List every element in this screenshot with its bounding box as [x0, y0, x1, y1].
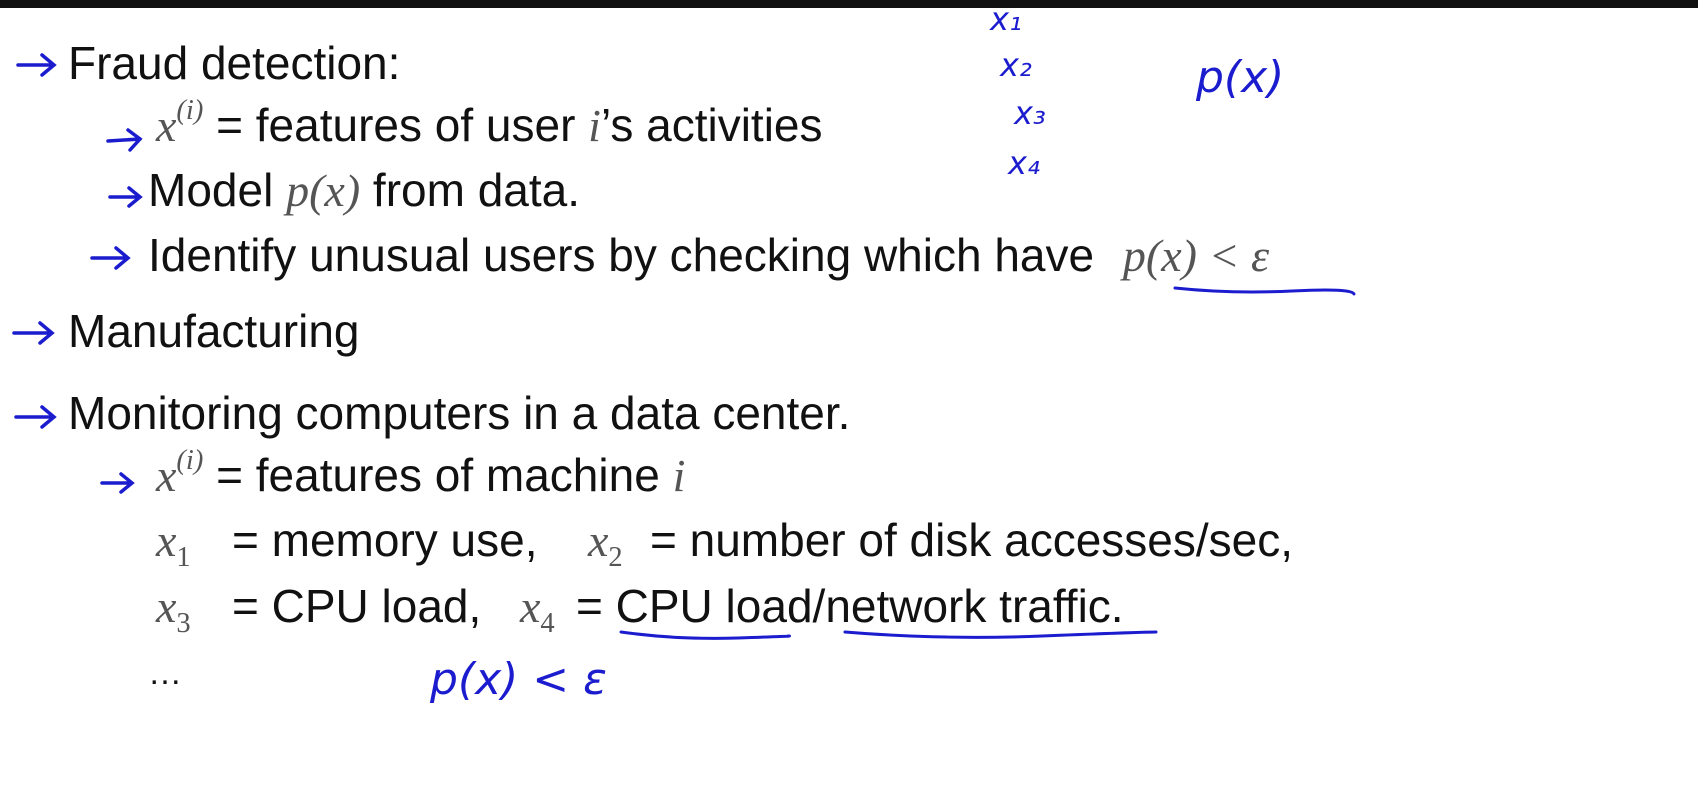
- x4-math: x4: [520, 581, 555, 640]
- arrow-icon: [90, 246, 131, 270]
- features-user-line: x(i) = features of user i’s activities: [156, 94, 823, 151]
- handwritten-x2: x₂: [1000, 46, 1032, 84]
- ellipsis: …: [148, 654, 182, 692]
- underline-px-epsilon: [1173, 286, 1356, 296]
- px-epsilon-symbol: p(x) < ε: [1122, 230, 1270, 281]
- cpu-load-text: = CPU load,: [232, 580, 482, 632]
- handwritten-x1: x₁: [990, 0, 1022, 38]
- x1-math: x1: [156, 515, 191, 574]
- x-i-symbol: x(i): [156, 94, 204, 151]
- arrow-icon: [12, 321, 55, 345]
- handwritten-x3: x₃: [1014, 94, 1046, 132]
- handwritten-px-epsilon: p(x) < ε: [430, 654, 607, 705]
- arrow-icon: [108, 186, 143, 208]
- arrow-icon: [100, 472, 135, 494]
- arrow-icon: [106, 128, 143, 152]
- px-symbol: p(x): [286, 165, 361, 216]
- model-line: Model p(x) from data.: [148, 164, 581, 216]
- features-machine-line: x(i) = features of machine i: [156, 444, 686, 501]
- identify-line: Identify unusual users by checking which…: [148, 229, 1270, 281]
- memory-use-text: = memory use,: [232, 514, 538, 566]
- i-symbol: i: [588, 100, 601, 151]
- handwritten-x4: x₄: [1008, 144, 1040, 182]
- x-i-symbol: x(i): [156, 444, 204, 501]
- slide: Fraud detection: x(i) = features of user…: [0, 0, 1698, 806]
- arrow-icon: [16, 53, 57, 77]
- x2-math: x2: [588, 515, 623, 574]
- disk-accesses-text: = number of disk accesses/sec,: [650, 514, 1294, 566]
- x3-math: x3: [156, 581, 191, 640]
- arrow-icon: [14, 405, 57, 429]
- title-edge: [0, 0, 1698, 8]
- cpu-load-term: CPU load: [615, 580, 813, 632]
- monitoring-heading: Monitoring computers in a data center.: [68, 387, 851, 439]
- underline-network-traffic: [843, 630, 1158, 639]
- manufacturing-heading: Manufacturing: [68, 305, 360, 357]
- cpu-network-text: = CPU load/network traffic.: [576, 580, 1124, 632]
- fraud-detection-heading: Fraud detection:: [68, 37, 401, 89]
- underline-cpu-load: [619, 630, 791, 640]
- handwritten-px: p(x): [1196, 52, 1285, 103]
- i-symbol: i: [672, 450, 686, 501]
